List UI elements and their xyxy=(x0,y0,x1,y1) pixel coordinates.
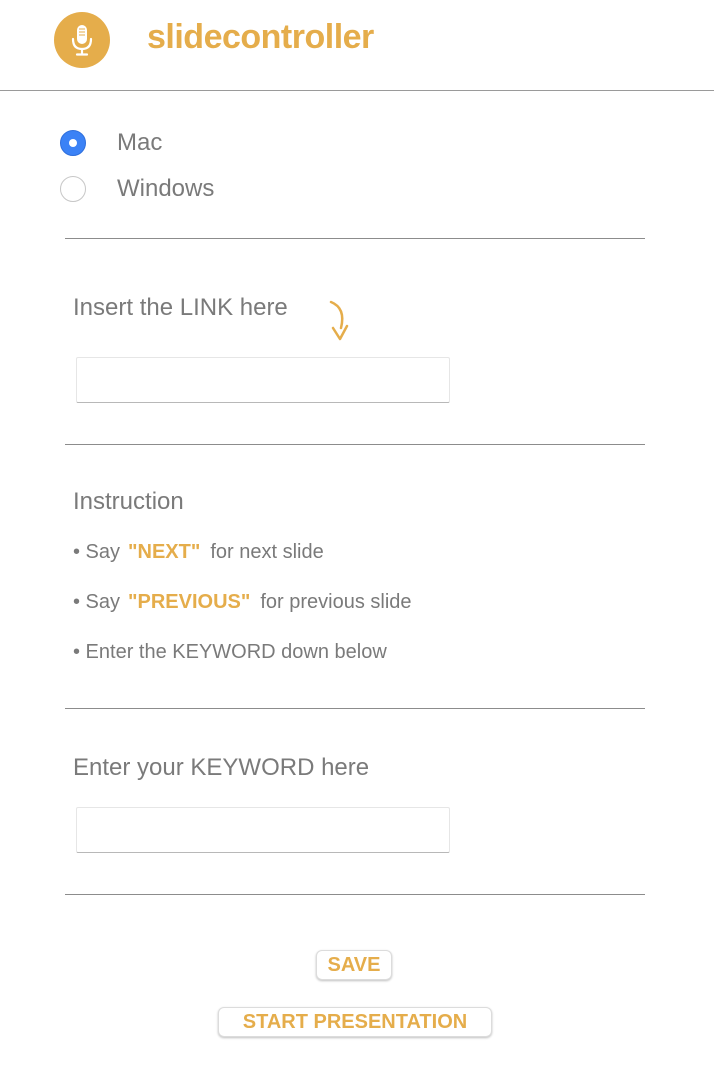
link-input[interactable] xyxy=(76,357,450,403)
radio-label-windows: Windows xyxy=(117,175,215,202)
instruction-item-next: • Say "NEXT" for next slide xyxy=(73,541,324,564)
divider xyxy=(65,444,645,445)
radio-option-mac[interactable]: Mac xyxy=(60,128,162,158)
divider xyxy=(65,708,645,709)
instruction-prefix: • Say xyxy=(73,541,121,563)
save-button[interactable]: SAVE xyxy=(316,950,392,980)
instruction-item-keyword: • Enter the KEYWORD down below xyxy=(73,641,387,663)
instruction-suffix: for previous slide xyxy=(260,591,412,613)
keyword-previous: "PREVIOUS" xyxy=(128,591,251,613)
instruction-suffix: for next slide xyxy=(210,541,324,563)
keyword-input[interactable] xyxy=(76,807,450,853)
radio-button-mac[interactable] xyxy=(60,130,86,156)
start-presentation-button[interactable]: START PRESENTATION xyxy=(218,1007,492,1037)
app-title: slidecontroller xyxy=(147,18,374,56)
curved-arrow-down-icon xyxy=(326,298,352,349)
instruction-prefix: • Say xyxy=(73,591,121,613)
link-section-title: Insert the LINK here xyxy=(73,294,288,321)
radio-label-mac: Mac xyxy=(117,129,163,156)
app-header: slidecontroller xyxy=(0,0,714,91)
divider xyxy=(65,238,645,239)
keyword-section-title: Enter your KEYWORD here xyxy=(73,754,370,781)
extension-popup: slidecontroller Mac Windows Insert the L… xyxy=(0,0,714,1088)
divider xyxy=(65,894,645,895)
radio-button-windows[interactable] xyxy=(60,176,86,202)
radio-option-windows[interactable]: Windows xyxy=(60,174,214,204)
instruction-title: Instruction xyxy=(73,488,184,515)
microphone-icon xyxy=(54,12,110,68)
instruction-item-previous: • Say "PREVIOUS" for previous slide xyxy=(73,591,412,614)
keyword-next: "NEXT" xyxy=(128,541,201,563)
